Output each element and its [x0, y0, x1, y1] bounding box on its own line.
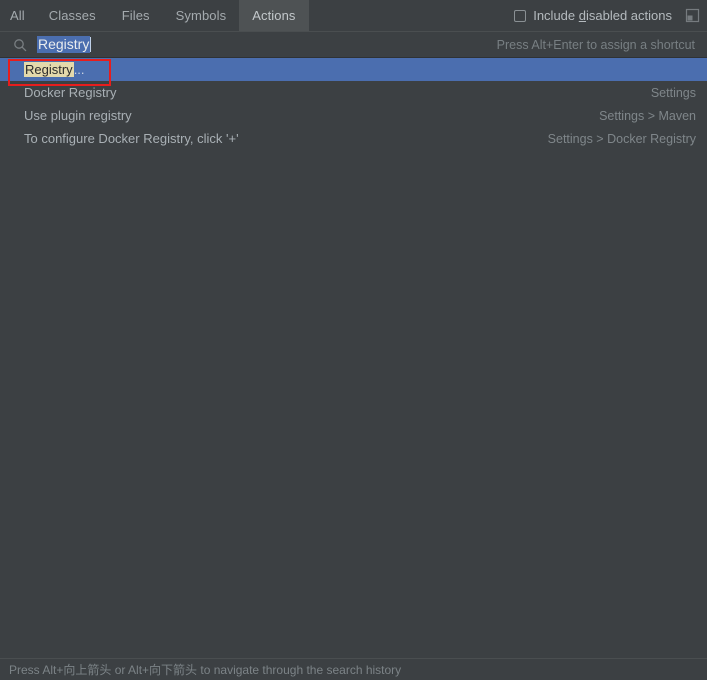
results-list: Registry... Docker Registry Settings Use…	[0, 58, 707, 150]
tab-all[interactable]: All	[0, 0, 36, 31]
result-location: Settings > Docker Registry	[547, 131, 696, 146]
tab-files-label: Files	[121, 8, 150, 23]
include-disabled-actions-label: Include disabled actions	[533, 8, 672, 23]
status-bar: Press Alt+向上箭头 or Alt+向下箭头 to navigate t…	[0, 658, 707, 680]
tab-classes[interactable]: Classes	[36, 0, 109, 31]
result-location: Settings > Maven	[599, 108, 696, 123]
pin-window-icon[interactable]	[684, 7, 701, 24]
result-label: Registry...	[24, 62, 85, 77]
search-icon	[13, 38, 27, 52]
tab-classes-label: Classes	[48, 8, 96, 23]
search-everywhere-popup: { "window": { "title": "Search Everywher…	[0, 0, 707, 680]
tab-files[interactable]: Files	[109, 0, 163, 31]
tab-bar: All Classes Files Symbols Actions Includ…	[0, 0, 707, 31]
tab-actions[interactable]: Actions	[239, 0, 309, 31]
status-bar-hint: Press Alt+向上箭头 or Alt+向下箭头 to navigate t…	[9, 663, 402, 677]
tab-symbols-label: Symbols	[175, 8, 227, 23]
result-row-docker-registry[interactable]: Docker Registry Settings	[0, 81, 707, 104]
result-location: Settings	[650, 85, 696, 100]
match-highlight: Registry	[24, 62, 74, 77]
result-row-use-plugin-registry[interactable]: Use plugin registry Settings > Maven	[0, 104, 707, 127]
result-label: Use plugin registry	[24, 108, 132, 123]
result-row-registry[interactable]: Registry...	[0, 58, 707, 81]
result-row-configure-docker-registry[interactable]: To configure Docker Registry, click '+' …	[0, 127, 707, 150]
empty-list-area	[0, 154, 707, 658]
text-caret	[90, 37, 92, 52]
search-input[interactable]: Registry	[37, 36, 91, 53]
result-label: Docker Registry	[24, 85, 117, 100]
shortcut-hint: Press Alt+Enter to assign a shortcut	[496, 37, 695, 52]
search-bar[interactable]: Registry Press Alt+Enter to assign a sho…	[0, 31, 707, 58]
result-label-tail: ...	[73, 62, 85, 77]
checkbox-box[interactable]	[514, 9, 527, 22]
tab-all-label: All	[10, 8, 25, 23]
result-label: To configure Docker Registry, click '+'	[24, 131, 239, 146]
include-disabled-actions-checkbox[interactable]: Include disabled actions	[514, 8, 676, 23]
tab-symbols[interactable]: Symbols	[163, 0, 240, 31]
tab-bar-right-controls: Include disabled actions	[514, 0, 707, 31]
tab-actions-label: Actions	[252, 8, 296, 23]
